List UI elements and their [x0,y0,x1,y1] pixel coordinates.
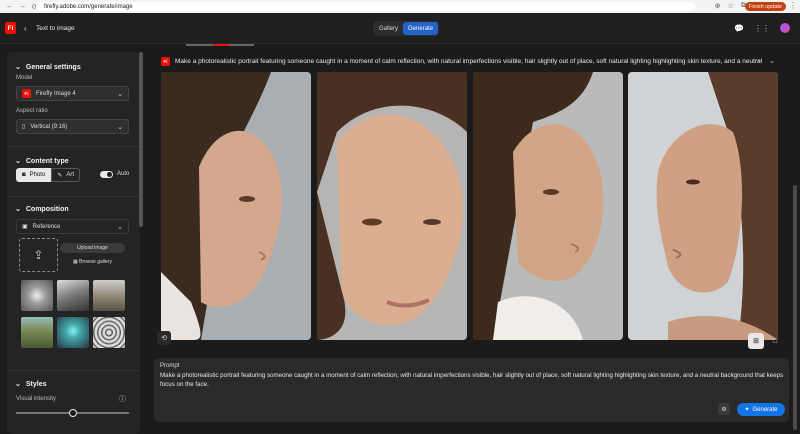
generated-image[interactable] [628,72,778,340]
generated-image[interactable] [317,72,467,340]
zoom-icon[interactable]: ⊕ [715,2,721,10]
auto-label: Auto [117,171,130,177]
prompt-panel: Prompt Make a photorealistic portrait fe… [154,358,789,422]
model-label: Model [16,75,33,81]
prompt-input[interactable]: Make a photorealistic portrait featuring… [160,371,785,389]
upload-image-icon: ⇪ [33,248,44,262]
composition-heading[interactable]: ⌄ Composition [15,205,69,214]
auto-toggle[interactable] [100,171,113,178]
address-bar[interactable]: firefly.adobe.com/generate/image [36,2,696,11]
settings-panel: ⌄ General settings Model Fi Firefly Image… [7,52,140,434]
reference-thumbnail[interactable] [57,317,89,348]
prompt-settings-icon[interactable]: ⚙ [718,403,730,415]
bookmark-star-icon[interactable]: ☆ [728,2,734,10]
single-view-icon[interactable]: □ [767,333,783,349]
firefly-model-icon: Fi [161,57,170,66]
tab-gallery[interactable]: Gallery [374,22,403,35]
mode-toggle: Gallery Generate [373,21,440,36]
styles-heading[interactable]: ⌄ Styles [15,380,47,389]
reference-thumbnail[interactable] [21,317,53,348]
firefly-model-icon: Fi [22,89,31,98]
divider [7,370,140,371]
info-icon[interactable]: ⓘ [119,394,126,404]
view-toggle: ⊞ □ [748,333,783,349]
model-select[interactable]: Fi Firefly Image 4 ⌄ [16,86,129,101]
upload-image-button[interactable]: Upload image [60,243,125,253]
page-title: Text to image [36,25,75,32]
aspect-ratio-select[interactable]: ▯ Vertical (9:16) ⌄ [16,119,129,134]
slider-handle[interactable] [68,409,77,417]
camera-icon: ◙ [22,172,26,178]
divider [7,196,140,197]
browse-gallery-button[interactable]: ▦ Browse gallery [60,257,125,267]
feedback-icon[interactable]: 💬 [734,24,744,33]
tab-generate[interactable]: Generate [403,22,439,35]
chevron-down-icon: ⌄ [15,206,21,213]
grid-view-icon[interactable]: ⊞ [748,333,764,349]
reference-thumbnail[interactable] [93,317,125,348]
firefly-logo[interactable]: Fi [5,22,16,34]
content-type-heading[interactable]: ⌄ Content type [15,157,69,166]
divider [7,146,140,147]
sparkle-icon: ✦ [744,407,750,413]
sidebar-scrollbar[interactable] [139,52,143,227]
main-scrollbar[interactable] [793,185,797,430]
more-options-icon[interactable]: ⋯ [755,57,762,65]
brush-icon: ✎ [57,172,63,179]
reference-thumbnail[interactable] [93,280,125,311]
more-menu-icon[interactable]: ⋮ [789,1,797,10]
browser-toolbar: ← → ⟳ firefly.adobe.com/generate/image ⊕… [0,0,800,13]
reference-select[interactable]: ▣ Reference ⌄ [16,219,129,234]
portrait-frame-icon: ▯ [22,124,26,130]
chevron-down-icon: ⌄ [15,64,21,71]
visual-intensity-label: Visual intensity [16,396,56,402]
forward-arrow-icon[interactable]: → [19,3,26,11]
generated-image[interactable] [473,72,623,340]
chevron-down-icon[interactable]: ⌄ [769,57,775,65]
photo-option[interactable]: ◙ Photo [16,168,52,182]
finish-update-button[interactable]: Finish update [744,2,786,11]
apps-grid-icon[interactable]: ⋮⋮ [754,24,770,33]
previous-results-strip [186,44,254,46]
generate-button[interactable]: ✦ Generate [737,403,785,416]
chevron-down-icon: ⌄ [117,123,123,131]
image-drop-zone[interactable]: ⇪ [19,238,58,272]
back-chevron-icon[interactable]: ‹ [24,24,27,33]
art-option[interactable]: ✎ Art [51,168,81,182]
chevron-down-icon: ⌄ [15,158,21,165]
reference-thumbnail[interactable] [21,280,53,311]
reference-thumbnail[interactable] [57,280,89,311]
general-settings-heading[interactable]: ⌄ General settings [15,63,81,72]
prompt-label: Prompt [160,363,180,369]
history-icon[interactable]: ⟲ [157,331,171,345]
aspect-ratio-label: Aspect ratio [16,108,48,114]
back-arrow-icon[interactable]: ← [6,3,13,11]
generated-image[interactable] [161,72,311,340]
reference-icon: ▣ [22,224,28,230]
app-header: Fi ‹ Text to image Gallery Generate 💬 ⋮⋮ [0,13,800,44]
chevron-down-icon: ⌄ [117,223,123,231]
content-type-toggle: ◙ Photo ✎ Art [16,168,81,182]
avatar[interactable] [780,23,790,33]
chevron-down-icon: ⌄ [117,90,123,98]
generation-header: Fi Make a photorealistic portrait featur… [161,57,766,66]
chevron-down-icon: ⌄ [15,381,21,388]
